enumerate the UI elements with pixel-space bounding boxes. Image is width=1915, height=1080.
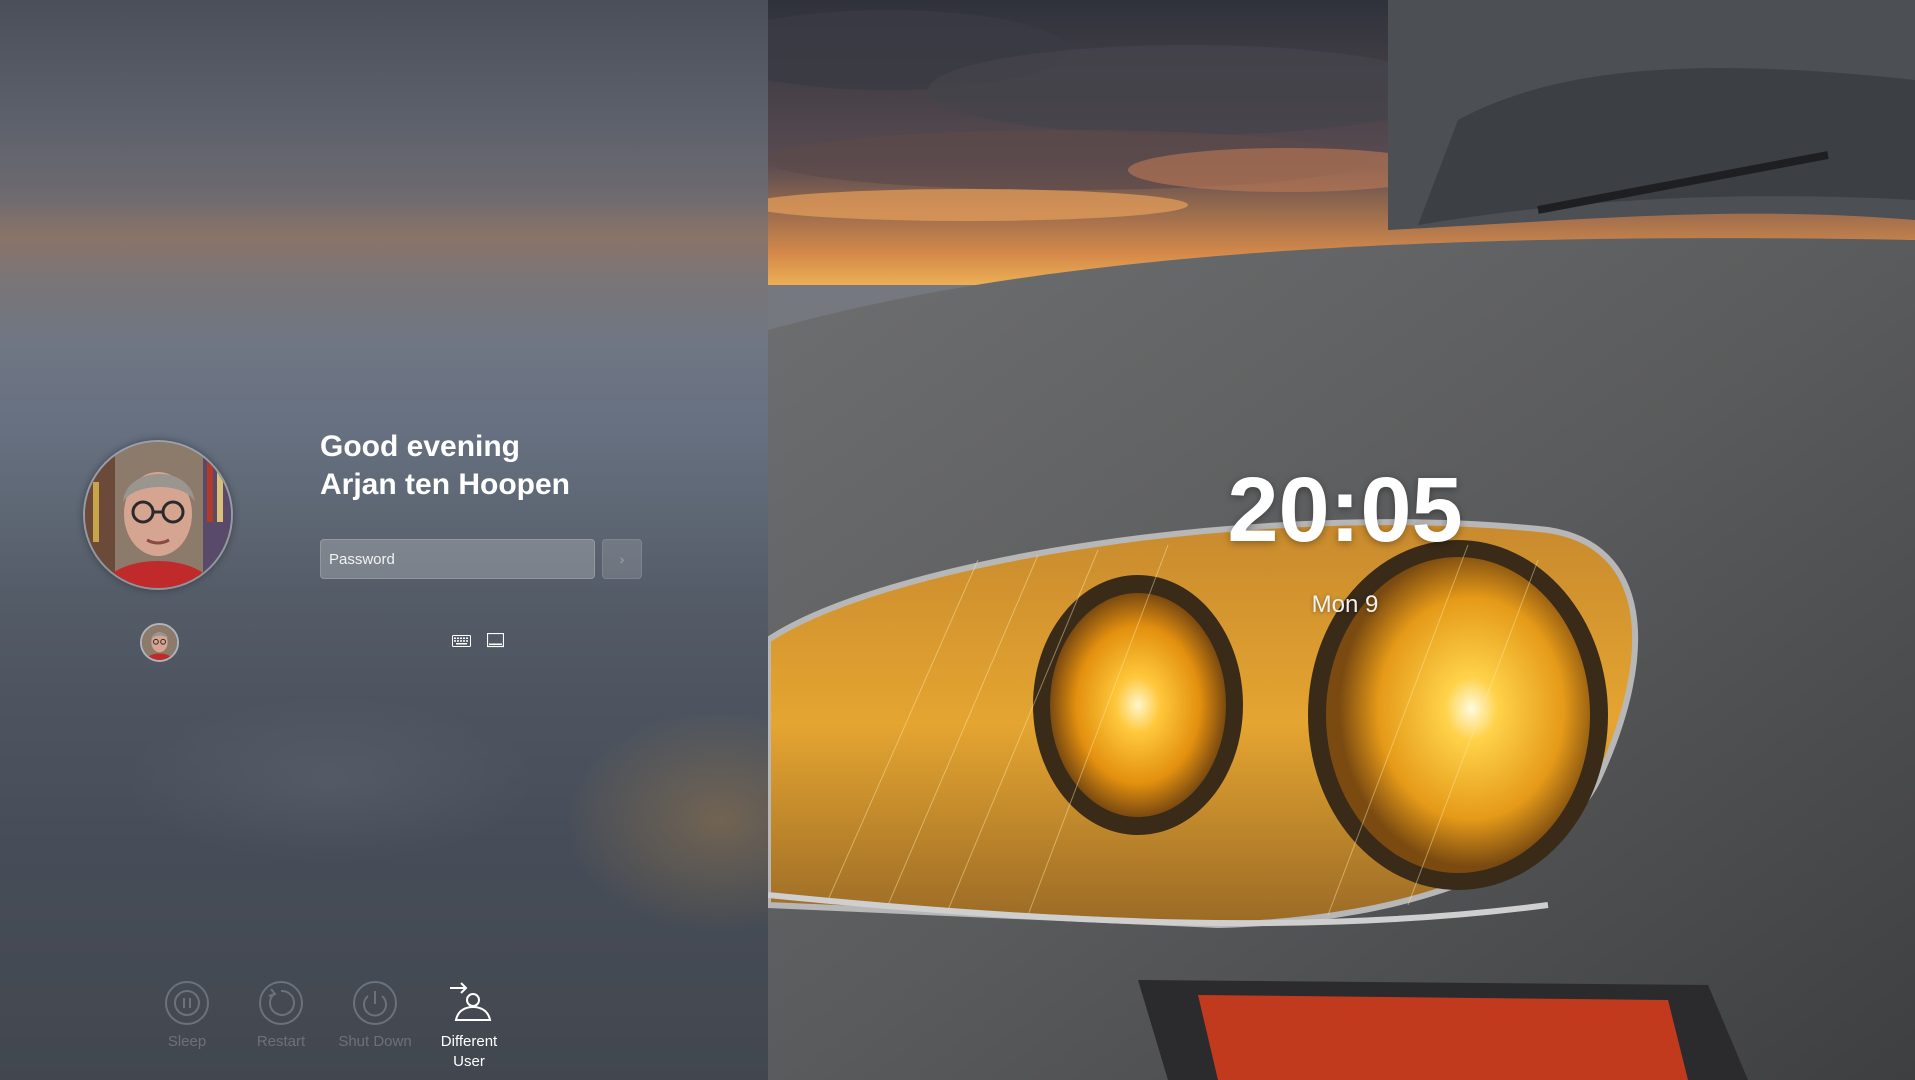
user-photo-avatar-small-icon <box>142 625 177 660</box>
keyboard-icon[interactable] <box>452 635 471 647</box>
different-user-button[interactable]: Different User <box>422 980 516 1072</box>
password-row: › <box>320 539 642 579</box>
user-avatar <box>83 440 233 590</box>
restart-icon <box>258 980 304 1026</box>
restart-button[interactable]: Restart <box>234 980 328 1072</box>
switch-user-avatar[interactable] <box>140 623 179 662</box>
clock-date: Mon 9 <box>1311 591 1379 618</box>
user-name: Arjan ten Hoopen <box>320 468 571 501</box>
different-user-label: Different User <box>440 1033 498 1070</box>
clock-time: 20:05 <box>1227 459 1463 561</box>
power-actions: Sleep Restart Shut Down Different User <box>140 980 516 1072</box>
input-tools <box>452 633 504 649</box>
shutdown-label: Shut Down <box>338 1033 412 1050</box>
different-user-icon <box>446 980 492 1026</box>
restart-label: Restart <box>256 1033 306 1050</box>
greeting-line: Good evening <box>320 430 521 463</box>
lock-screen: 20:05 Mon 9 Good evening Arjan ten Hoope… <box>0 0 1915 1080</box>
shutdown-icon <box>352 980 398 1026</box>
sleep-icon <box>164 980 210 1026</box>
sleep-label: Sleep <box>167 1033 207 1050</box>
sleep-button[interactable]: Sleep <box>140 980 234 1072</box>
user-photo-avatar-icon <box>85 442 231 588</box>
greeting: Good evening Arjan ten Hoopen <box>320 428 570 504</box>
shutdown-button[interactable]: Shut Down <box>328 980 422 1072</box>
virtual-keyboard-icon[interactable] <box>487 633 504 649</box>
password-field[interactable] <box>320 539 595 579</box>
submit-button[interactable]: › <box>602 539 642 579</box>
